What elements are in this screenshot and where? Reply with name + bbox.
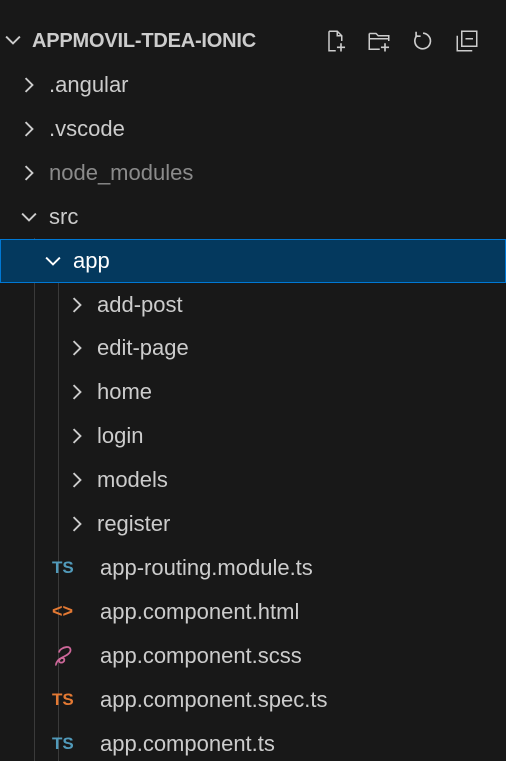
tree-file-row[interactable]: TS app-routing.module.ts — [0, 546, 506, 590]
chevron-right-icon[interactable] — [18, 162, 40, 184]
refresh-icon[interactable] — [404, 25, 442, 57]
chevron-right-icon[interactable] — [66, 294, 88, 316]
tree-folder-row[interactable]: src — [0, 195, 506, 239]
tree-item-label: app — [73, 247, 110, 273]
explorer-actions — [316, 25, 486, 57]
tree-folder-row[interactable]: node_modules — [0, 151, 506, 195]
chevron-right-icon[interactable] — [66, 381, 88, 403]
typescript-file-icon: TS — [52, 557, 74, 577]
chevron-right-icon[interactable] — [18, 118, 40, 140]
collapse-all-icon[interactable] — [448, 25, 486, 57]
tree-item-label: .angular — [49, 72, 129, 97]
tree-folder-row[interactable]: home — [0, 370, 506, 414]
tree-item-label: .vscode — [49, 115, 125, 141]
tree-folder-row[interactable]: register — [0, 502, 506, 546]
tree-item-label: home — [97, 379, 153, 405]
tree-item-label: app.component.ts — [100, 730, 275, 756]
file-explorer: APPMOVIL-TDEA-IONIC .angular .vscode nod… — [0, 0, 506, 761]
chevron-down-icon[interactable] — [18, 206, 40, 228]
tree-item-label: app.component.scss — [100, 642, 302, 668]
tree-item-label: app-routing.module.ts — [100, 554, 313, 580]
tree-item-label: app.component.spec.ts — [100, 686, 328, 712]
chevron-right-icon[interactable] — [66, 513, 88, 535]
tree-folder-row[interactable]: .vscode — [0, 107, 506, 151]
chevron-down-icon[interactable] — [2, 29, 24, 51]
tree-file-row[interactable]: TS app.component.ts — [0, 722, 506, 761]
tree-item-label: models — [97, 467, 168, 493]
new-folder-icon[interactable] — [360, 25, 398, 57]
tree-folder-row[interactable]: app — [0, 238, 506, 283]
chevron-right-icon[interactable] — [18, 74, 40, 96]
new-file-icon[interactable] — [316, 25, 354, 57]
tree-item-label: register — [97, 511, 171, 536]
chevron-right-icon[interactable] — [66, 337, 88, 359]
html-file-icon: <> — [52, 601, 74, 622]
tree-item-label: add-post — [97, 291, 183, 317]
tree-file-row[interactable]: <> app.component.html — [0, 590, 506, 634]
typescript-file-icon: TS — [52, 689, 74, 709]
tree-item-label: edit-page — [97, 335, 189, 361]
chevron-right-icon[interactable] — [66, 469, 88, 491]
tree-item-label: node_modules — [49, 159, 194, 185]
tree-folder-row[interactable]: edit-page — [0, 326, 506, 370]
tree-item-label: login — [97, 423, 144, 449]
tree-item-label: src — [49, 203, 79, 229]
chevron-right-icon[interactable] — [66, 425, 88, 447]
tree-folder-row[interactable]: add-post — [0, 283, 506, 327]
tree-file-row[interactable]: app.component.scss — [0, 634, 506, 678]
explorer-section-header[interactable]: APPMOVIL-TDEA-IONIC — [0, 19, 506, 63]
tree-folder-row[interactable]: .angular — [0, 63, 506, 107]
explorer-title: APPMOVIL-TDEA-IONIC — [32, 30, 256, 52]
typescript-file-icon: TS — [52, 733, 74, 753]
chevron-down-icon[interactable] — [42, 250, 64, 272]
tree-item-label: app.component.html — [100, 598, 300, 624]
tree-folder-row[interactable]: models — [0, 458, 506, 502]
tree-folder-row[interactable]: login — [0, 414, 506, 458]
sass-file-icon — [52, 644, 74, 668]
tree-file-row[interactable]: TS app.component.spec.ts — [0, 678, 506, 722]
sass-logo-icon — [55, 645, 72, 666]
